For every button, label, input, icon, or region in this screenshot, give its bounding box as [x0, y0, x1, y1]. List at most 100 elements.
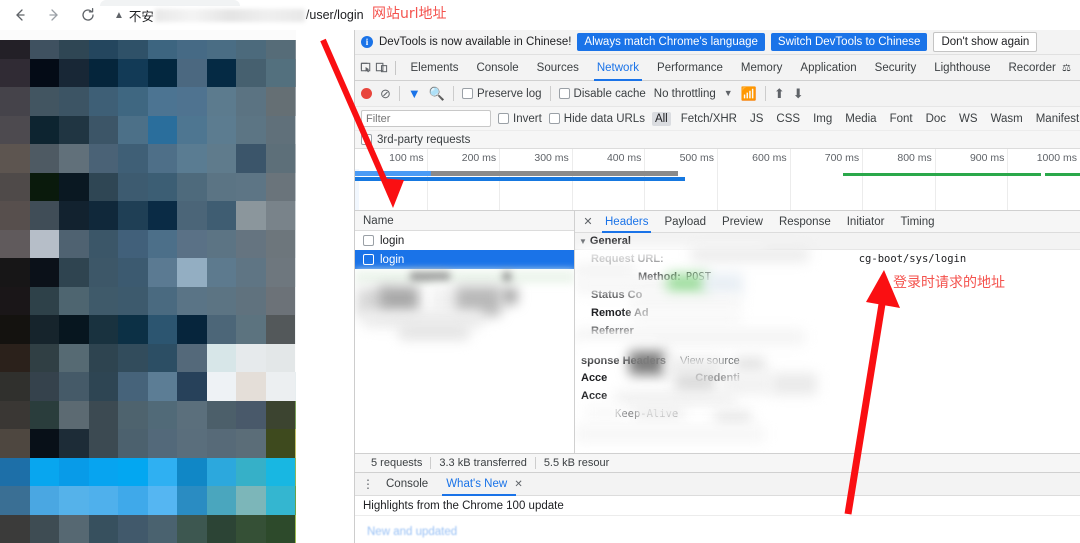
drawer-tab-whats-new-label: What's New — [446, 478, 507, 490]
table-row[interactable]: login — [355, 250, 574, 269]
invert-checkbox[interactable]: Invert — [498, 113, 542, 125]
details-tab-initiator[interactable]: Initiator — [839, 211, 893, 233]
filter-type-ws[interactable]: WS — [956, 112, 981, 126]
chevron-down-icon[interactable]: ▼ — [724, 89, 733, 98]
device-toolbar-icon[interactable] — [374, 57, 389, 79]
filter-type-img[interactable]: Img — [810, 112, 835, 126]
invert-label: Invert — [513, 113, 542, 125]
header-key: Remote Ad — [591, 306, 649, 320]
reload-button[interactable] — [74, 1, 102, 29]
hide-data-urls-label: Hide data URLs — [564, 113, 645, 125]
address-bar[interactable]: ▲ 不安 /user/login — [114, 4, 1080, 26]
banner-message: DevTools is now available in Chinese! — [379, 36, 571, 48]
checkbox-box — [559, 88, 570, 99]
filter-type-css[interactable]: CSS — [773, 112, 803, 126]
tab-separator — [395, 61, 396, 75]
browser-toolbar: ▲ 不安 /user/login — [0, 0, 1080, 30]
more-options-icon[interactable]: ⋮ — [359, 477, 377, 491]
disable-cache-checkbox[interactable]: Disable cache — [559, 88, 646, 100]
header-key: Status Co — [591, 288, 642, 302]
details-tab-headers[interactable]: Headers — [597, 211, 656, 233]
drawer-tab-whats-new[interactable]: What's New ✕ — [437, 473, 532, 496]
checkbox-box — [361, 134, 372, 145]
import-har-icon[interactable]: ⬆ — [774, 87, 785, 100]
close-icon[interactable]: ✕ — [514, 479, 522, 490]
info-icon: i — [361, 36, 373, 48]
filter-type-doc[interactable]: Doc — [923, 112, 949, 126]
header-key: Method: — [638, 270, 681, 284]
tab-elements[interactable]: Elements — [402, 55, 468, 81]
view-source-link[interactable]: View source — [680, 355, 740, 367]
redacted-rows — [355, 270, 575, 390]
redacted-host — [155, 9, 305, 22]
forward-button[interactable] — [40, 1, 68, 29]
switch-devtools-language-button[interactable]: Switch DevTools to Chinese — [771, 33, 928, 51]
tab-lighthouse[interactable]: Lighthouse — [925, 55, 999, 81]
details-tab-bar: ✕ Headers Payload Preview Response Initi… — [575, 211, 1080, 233]
filter-type-manifest[interactable]: Manifest — [1033, 112, 1080, 126]
arrow-right-icon — [46, 7, 62, 23]
tab-memory[interactable]: Memory — [732, 55, 792, 81]
transferred-size: 3.3 kB transferred — [430, 457, 534, 469]
filter-type-font[interactable]: Font — [887, 112, 916, 126]
filter-type-wasm[interactable]: Wasm — [988, 112, 1026, 126]
tab-security[interactable]: Security — [866, 55, 926, 81]
table-row[interactable]: login — [355, 231, 574, 250]
request-list[interactable]: Name login login — [355, 211, 575, 453]
filter-type-fetch-xhr[interactable]: Fetch/XHR — [678, 112, 740, 126]
toolbar-separator — [765, 86, 766, 101]
page-viewport[interactable] — [0, 30, 354, 543]
network-conditions-icon[interactable]: 📶 — [741, 87, 757, 100]
request-annotation-label: 登录时请求的地址 — [893, 272, 1005, 292]
warning-triangle-icon: ▲ — [114, 10, 124, 21]
response-header-row-date: Date: — [575, 451, 1080, 453]
preserve-log-checkbox[interactable]: Preserve log — [462, 88, 542, 100]
whats-new-body: New and updated — [355, 516, 1080, 538]
dont-show-again-button[interactable]: Don't show again — [933, 32, 1037, 52]
hide-data-urls-checkbox[interactable]: Hide data URLs — [549, 113, 645, 125]
resources-size: 5.5 kB resour — [535, 457, 617, 469]
devtools-language-banner: i DevTools is now available in Chinese! … — [355, 30, 1080, 55]
always-match-language-button[interactable]: Always match Chrome's language — [577, 33, 765, 51]
inspect-element-icon[interactable] — [359, 57, 374, 79]
devtools-drawer: ⋮ Console What's New ✕ Highlights from t… — [355, 473, 1080, 543]
header-key: Acce — [581, 389, 607, 403]
filter-type-media[interactable]: Media — [842, 112, 879, 126]
whats-new-link[interactable]: New and updated — [367, 526, 1068, 538]
devtools-tab-bar: Elements Console Sources Network Perform… — [355, 55, 1080, 81]
details-tab-response[interactable]: Response — [771, 211, 839, 233]
filter-funnel-icon[interactable]: ▼ — [408, 87, 421, 100]
details-tab-preview[interactable]: Preview — [714, 211, 771, 233]
drawer-tab-console[interactable]: Console — [377, 473, 437, 496]
tab-network[interactable]: Network — [588, 55, 648, 81]
tab-sources[interactable]: Sources — [528, 55, 588, 81]
back-button[interactable] — [6, 1, 34, 29]
tab-performance[interactable]: Performance — [648, 55, 732, 81]
waterfall-bar-light — [355, 171, 431, 176]
clear-icon[interactable]: ⊘ — [380, 87, 391, 100]
tab-recorder[interactable]: Recorder ⚖ — [1000, 55, 1080, 81]
whats-new-heading-text: Highlights from the Chrome 100 update — [363, 500, 564, 512]
filter-type-js[interactable]: JS — [747, 112, 766, 126]
screenshot-root: ▲ 不安 /user/login i DevTools is now avail… — [0, 0, 1080, 543]
record-stop-icon[interactable] — [361, 88, 372, 99]
arrow-left-icon — [12, 7, 28, 23]
filter-input[interactable] — [361, 110, 491, 127]
beaker-icon: ⚖ — [1062, 63, 1071, 74]
tab-console[interactable]: Console — [467, 55, 527, 81]
close-icon[interactable]: ✕ — [579, 215, 597, 228]
throttling-select[interactable]: No throttling — [654, 88, 716, 100]
search-icon[interactable]: 🔍 — [429, 87, 445, 100]
response-header-row: Keep-Alive — [575, 405, 1080, 423]
filter-type-all[interactable]: All — [652, 112, 671, 126]
third-party-requests-row[interactable]: 3rd-party requests — [355, 131, 1080, 149]
general-section-header[interactable]: ▼ General — [575, 233, 1080, 250]
network-timeline-overview[interactable]: 100 ms200 ms300 ms400 ms500 ms600 ms700 … — [355, 149, 1080, 211]
column-header-name: Name — [363, 215, 394, 227]
tab-application[interactable]: Application — [791, 55, 865, 81]
response-headers-section[interactable]: sponse Headers View source — [575, 352, 1080, 369]
details-tab-timing[interactable]: Timing — [892, 211, 942, 233]
export-har-icon[interactable]: ⬇ — [793, 87, 804, 100]
header-row-referrer: Referrer — [575, 322, 1080, 340]
details-tab-payload[interactable]: Payload — [656, 211, 714, 233]
